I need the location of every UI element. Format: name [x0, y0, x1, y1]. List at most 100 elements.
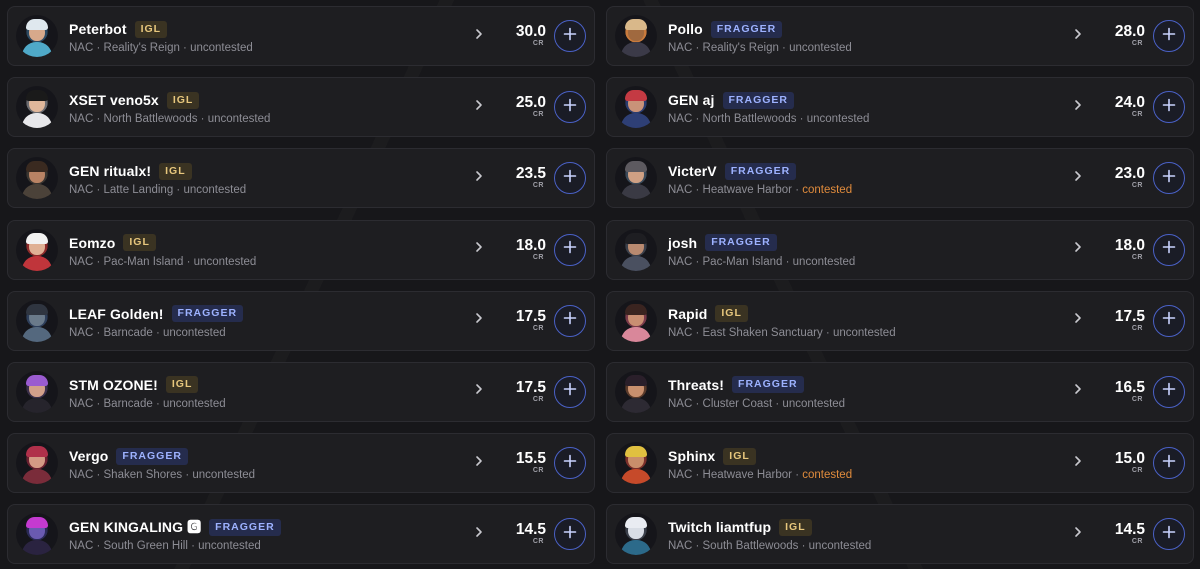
role-badge: FRAGGER — [724, 162, 797, 180]
add-player-button[interactable] — [554, 447, 586, 480]
chevron-right-icon[interactable] — [1071, 27, 1099, 46]
player-card[interactable]: Peterbot IGL NAC · Reality's Reign · uncon… — [7, 6, 595, 66]
player-card[interactable]: Vergo FRAGGER NAC · Shaken Shores · uncont… — [7, 433, 595, 494]
role-badge: FRAGGER — [710, 20, 783, 38]
player-region: NAC — [668, 255, 693, 268]
avatar-hair — [625, 517, 647, 529]
chevron-right-icon[interactable] — [1071, 525, 1099, 544]
player-region: NAC — [69, 255, 94, 268]
role-badge: IGL — [166, 91, 200, 109]
player-list: Peterbot IGL NAC · Reality's Reign · uncon… — [7, 6, 1197, 566]
add-player-button[interactable] — [1153, 162, 1185, 195]
chevron-right-icon[interactable] — [1071, 240, 1099, 259]
add-player-button[interactable] — [554, 375, 586, 408]
meta-separator: · — [152, 326, 163, 339]
player-avatar — [615, 299, 657, 342]
role-badge: FRAGGER — [116, 447, 188, 465]
avatar-body — [621, 469, 651, 485]
player-location: North Battlewoods — [702, 113, 797, 126]
player-card[interactable]: Rapid IGL NAC · East Shaken Sanctuary · un… — [606, 290, 1194, 351]
add-player-button[interactable] — [1153, 20, 1185, 52]
add-player-button[interactable] — [1153, 447, 1185, 480]
add-player-button[interactable] — [1153, 233, 1185, 266]
chevron-right-icon[interactable] — [472, 169, 500, 188]
add-player-button[interactable] — [554, 233, 586, 266]
avatar-hair — [26, 90, 48, 102]
player-card[interactable]: GEN aj FRAGGER NAC · North Battlewoods · u… — [606, 77, 1194, 138]
add-player-button[interactable] — [554, 518, 586, 551]
avatar-body — [22, 540, 52, 556]
credits-value: 28.0 — [1114, 23, 1145, 40]
chevron-right-icon[interactable] — [1071, 98, 1099, 117]
add-player-button[interactable] — [554, 20, 586, 52]
chevron-right-icon[interactable] — [472, 382, 500, 401]
player-card[interactable]: GEN KINGALING 🅶 FRAGGER NAC · South Green … — [7, 504, 595, 565]
add-player-button[interactable] — [1153, 91, 1185, 124]
player-card[interactable]: Threats! FRAGGER NAC · Cluster Coast · unc… — [606, 361, 1194, 422]
player-card[interactable]: Pollo FRAGGER NAC · Reality's Reign · unco… — [606, 6, 1194, 66]
player-meta: NAC · Pac-Man Island · uncontested — [668, 256, 1071, 268]
meta-separator: · — [93, 397, 104, 410]
player-name-row: josh FRAGGER — [668, 232, 1071, 254]
player-meta: NAC · Barncade · uncontested — [69, 327, 472, 339]
player-card[interactable]: VicterV FRAGGER NAC · Heatwave Harbor · co… — [606, 148, 1194, 209]
add-player-button[interactable] — [1153, 304, 1185, 337]
chevron-right-icon[interactable] — [472, 525, 500, 544]
player-card[interactable]: GEN ritualx! IGL NAC · Latte Landing · unc… — [7, 148, 595, 209]
plus-icon — [1162, 525, 1176, 544]
chevron-right-icon[interactable] — [1071, 382, 1099, 401]
chevron-right-icon[interactable] — [472, 27, 500, 46]
chevron-right-icon[interactable] — [472, 98, 500, 117]
player-name-row: Sphinx IGL — [668, 445, 1071, 467]
role-badge: IGL — [134, 20, 168, 38]
player-location: South Battlewoods — [702, 540, 799, 553]
player-location: East Shaken Sanctuary — [702, 326, 823, 339]
chevron-right-icon[interactable] — [1071, 169, 1099, 188]
player-region: NAC — [668, 540, 693, 553]
player-info: Rapid IGL NAC · East Shaken Sanctuary · un… — [668, 303, 1071, 339]
role-badge: IGL — [123, 234, 156, 252]
player-card[interactable]: josh FRAGGER NAC · Pac-Man Island · uncont… — [606, 219, 1194, 280]
player-credits: 18.0 CR — [1099, 237, 1145, 262]
player-name: STM OZONE! — [69, 376, 158, 393]
player-location: South Green Hill — [103, 540, 188, 553]
meta-separator: · — [93, 540, 104, 553]
credits-value: 23.5 — [515, 165, 546, 183]
plus-icon — [1162, 311, 1176, 330]
player-card[interactable]: LEAF Golden! FRAGGER NAC · Barncade · unco… — [7, 290, 595, 351]
contest-status: uncontested — [183, 184, 247, 197]
meta-separator: · — [772, 397, 783, 410]
chevron-right-icon[interactable] — [472, 311, 500, 330]
meta-separator: · — [692, 469, 703, 482]
player-card[interactable]: XSET veno5x IGL NAC · North Battlewoods · … — [7, 77, 595, 138]
meta-separator: · — [692, 255, 703, 268]
player-card[interactable]: Twitch liamtfup IGL NAC · South Battlewood… — [606, 504, 1194, 565]
player-meta: NAC · Pac-Man Island · uncontested — [69, 256, 472, 268]
chevron-right-icon[interactable] — [472, 454, 500, 473]
avatar-hair — [26, 19, 48, 30]
player-location: North Battlewoods — [103, 113, 198, 126]
add-player-button[interactable] — [554, 304, 586, 337]
chevron-right-icon[interactable] — [1071, 454, 1099, 473]
player-region: NAC — [69, 397, 94, 410]
chevron-right-icon[interactable] — [1071, 311, 1099, 330]
add-player-button[interactable] — [554, 91, 586, 124]
contest-status: contested — [802, 184, 853, 197]
add-player-button[interactable] — [1153, 375, 1185, 408]
player-card[interactable]: STM OZONE! IGL NAC · Barncade · unconteste… — [7, 361, 595, 422]
avatar-hair — [26, 161, 48, 173]
player-region: NAC — [69, 326, 94, 339]
player-info: Threats! FRAGGER NAC · Cluster Coast · unc… — [668, 374, 1071, 410]
avatar-body — [22, 255, 52, 271]
chevron-right-icon[interactable] — [472, 240, 500, 259]
credits-value: 18.0 — [515, 236, 546, 254]
add-player-button[interactable] — [554, 162, 586, 195]
credits-unit: CR — [532, 467, 544, 475]
plus-icon — [1162, 382, 1176, 401]
player-card[interactable]: Sphinx IGL NAC · Heatwave Harbor · contest… — [606, 433, 1194, 494]
credits-value: 17.5 — [1114, 307, 1145, 325]
add-player-button[interactable] — [1153, 518, 1185, 551]
player-card[interactable]: Eomzo IGL NAC · Pac-Man Island · uncontest… — [7, 219, 595, 280]
credits-unit: CR — [1131, 40, 1143, 47]
contest-status: uncontested — [190, 42, 253, 54]
